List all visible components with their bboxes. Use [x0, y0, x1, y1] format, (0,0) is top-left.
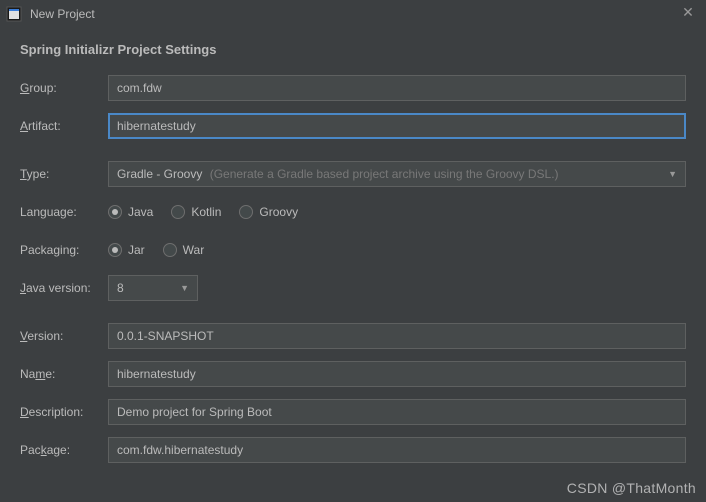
label-language: Language:: [20, 205, 108, 219]
row-type: Type: Gradle - Groovy (Generate a Gradle…: [20, 161, 686, 187]
row-language: Language: Java Kotlin Groovy: [20, 199, 686, 225]
version-input[interactable]: [108, 323, 686, 349]
radio-java[interactable]: Java: [108, 205, 153, 219]
label-packaging: Packaging:: [20, 243, 108, 257]
radio-icon: [171, 205, 185, 219]
label-group: Group:: [20, 81, 108, 95]
java-version-dropdown[interactable]: 8 ▼: [108, 275, 198, 301]
row-package: Package:: [20, 437, 686, 463]
row-description: Description:: [20, 399, 686, 425]
label-java-version: Java version:: [20, 281, 108, 295]
radio-war[interactable]: War: [163, 243, 205, 257]
titlebar: New Project ✕: [0, 0, 706, 28]
page-title: Spring Initializr Project Settings: [20, 42, 686, 57]
artifact-input[interactable]: [108, 113, 686, 139]
label-package: Package:: [20, 443, 108, 457]
radio-icon: [108, 243, 122, 257]
packaging-radio-group: Jar War: [108, 243, 204, 257]
label-version: Version:: [20, 329, 108, 343]
radio-jar[interactable]: Jar: [108, 243, 145, 257]
type-dropdown[interactable]: Gradle - Groovy (Generate a Gradle based…: [108, 161, 686, 187]
chevron-down-icon: ▼: [180, 283, 189, 293]
dialog-content: Spring Initializr Project Settings Group…: [0, 28, 706, 489]
radio-icon: [163, 243, 177, 257]
window-title: New Project: [30, 7, 95, 21]
package-input[interactable]: [108, 437, 686, 463]
radio-icon: [239, 205, 253, 219]
java-version-value: 8: [117, 281, 124, 295]
row-java-version: Java version: 8 ▼: [20, 275, 686, 301]
close-icon[interactable]: ✕: [678, 4, 698, 21]
radio-groovy[interactable]: Groovy: [239, 205, 298, 219]
row-version: Version:: [20, 323, 686, 349]
label-type: Type:: [20, 167, 108, 181]
type-value: Gradle - Groovy (Generate a Gradle based…: [117, 167, 559, 181]
language-radio-group: Java Kotlin Groovy: [108, 205, 298, 219]
label-description: Description:: [20, 405, 108, 419]
app-icon: [6, 6, 22, 22]
label-artifact: Artifact:: [20, 119, 108, 133]
radio-kotlin[interactable]: Kotlin: [171, 205, 221, 219]
group-input[interactable]: [108, 75, 686, 101]
row-artifact: Artifact:: [20, 113, 686, 139]
label-name: Name:: [20, 367, 108, 381]
row-name: Name:: [20, 361, 686, 387]
radio-icon: [108, 205, 122, 219]
chevron-down-icon: ▼: [668, 169, 677, 179]
name-input[interactable]: [108, 361, 686, 387]
description-input[interactable]: [108, 399, 686, 425]
row-group: Group:: [20, 75, 686, 101]
watermark: CSDN @ThatMonth: [567, 480, 696, 496]
row-packaging: Packaging: Jar War: [20, 237, 686, 263]
